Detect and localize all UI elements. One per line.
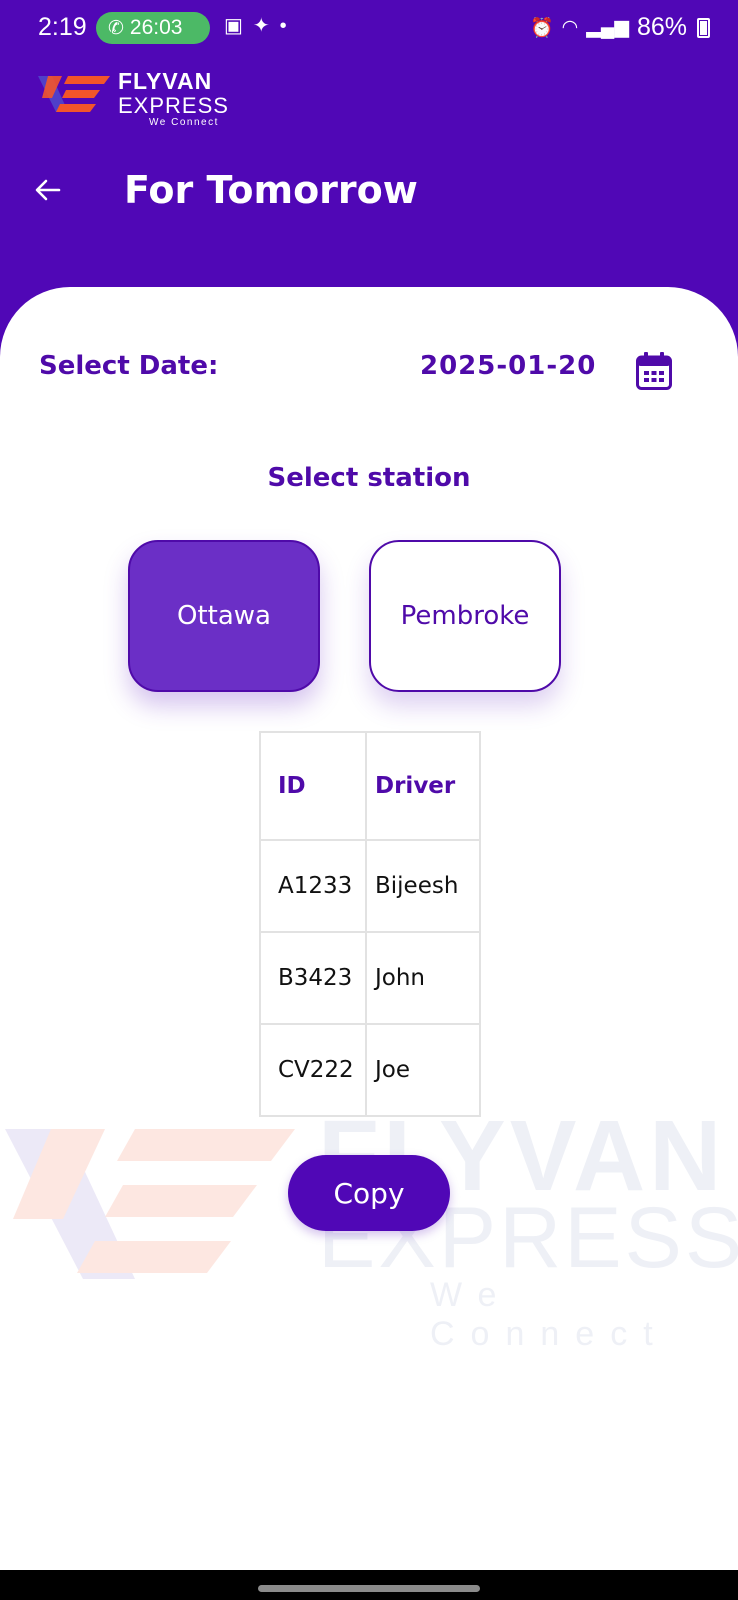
selected-date-value[interactable]: 2025-01-20 bbox=[420, 351, 596, 381]
cell-id: B3423 bbox=[259, 931, 367, 1025]
ongoing-call-pill[interactable]: ✆ 26:03 bbox=[96, 12, 210, 44]
station-pembroke-button[interactable]: Pembroke bbox=[369, 540, 561, 692]
watermark-tagline: We Connect bbox=[430, 1276, 669, 1353]
calendar-icon bbox=[636, 352, 672, 390]
cell-driver: John bbox=[365, 931, 481, 1025]
column-header-id: ID bbox=[259, 731, 367, 841]
status-time: 2:19 bbox=[38, 13, 87, 41]
signal-icon: ▂▄▆ bbox=[586, 17, 629, 38]
battery-icon bbox=[697, 17, 710, 38]
arrow-left-icon bbox=[35, 179, 61, 201]
cell-driver: Bijeesh bbox=[365, 839, 481, 933]
select-date-label: Select Date: bbox=[39, 351, 219, 381]
logo-mark-icon bbox=[38, 76, 110, 112]
column-header-driver: Driver bbox=[365, 731, 481, 841]
table-row: B3423 John bbox=[259, 931, 481, 1025]
brand-logo: FLYVAN EXPRESS We Connect bbox=[38, 68, 238, 128]
copy-button[interactable]: Copy bbox=[288, 1155, 450, 1231]
cell-id: A1233 bbox=[259, 839, 367, 933]
wifi-icon: ◠ bbox=[561, 17, 579, 38]
home-gesture-pill[interactable] bbox=[258, 1585, 480, 1592]
calendar-button[interactable] bbox=[636, 352, 672, 390]
table-row: A1233 Bijeesh bbox=[259, 839, 481, 933]
brand-sub: EXPRESS bbox=[118, 93, 229, 118]
call-duration: 26:03 bbox=[129, 16, 183, 39]
back-button[interactable] bbox=[28, 170, 68, 210]
battery-percentage: 86% bbox=[636, 13, 687, 41]
table-header-row: ID Driver bbox=[259, 731, 481, 841]
drivers-table: ID Driver A1233 Bijeesh B3423 John CV222… bbox=[259, 731, 481, 1117]
station-ottawa-button[interactable]: Ottawa bbox=[128, 540, 320, 692]
phone-icon: ✆ bbox=[108, 18, 124, 39]
content-card: FLYVAN EXPRESS We Connect Select Date: 2… bbox=[0, 287, 738, 1570]
watermark-logo-icon bbox=[5, 1129, 295, 1279]
cell-driver: Joe bbox=[365, 1023, 481, 1117]
page-title: For Tomorrow bbox=[124, 168, 418, 212]
dot-icon: • bbox=[279, 15, 297, 37]
select-station-title: Select station bbox=[267, 463, 471, 493]
status-indicators: ⏰ ◠ ▂▄▆ 86% bbox=[530, 13, 710, 42]
table-row: CV222 Joe bbox=[259, 1023, 481, 1117]
notification-icons: ▣✦• bbox=[224, 13, 297, 38]
brand-tagline: We Connect bbox=[149, 117, 219, 128]
brand-name: FLYVAN bbox=[118, 68, 213, 94]
sparkle-icon: ✦ bbox=[252, 15, 280, 37]
cell-id: CV222 bbox=[259, 1023, 367, 1117]
alarm-icon: ⏰ bbox=[530, 17, 554, 39]
status-bar: 2:19 ✆ 26:03 ▣✦• ⏰ ◠ ▂▄▆ 86% bbox=[0, 0, 738, 56]
image-icon: ▣ bbox=[224, 15, 253, 37]
